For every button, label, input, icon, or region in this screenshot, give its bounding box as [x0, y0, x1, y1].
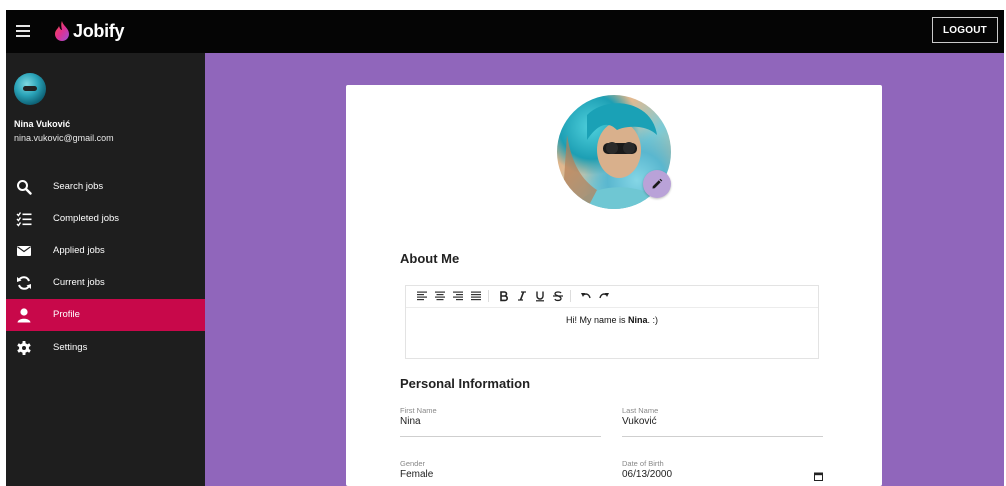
sidebar-item-applied-jobs[interactable]: Applied jobs	[6, 235, 205, 267]
last-name-value[interactable]: Vuković	[622, 416, 657, 427]
person-icon	[17, 308, 31, 323]
flame-logo-icon	[55, 21, 69, 41]
logout-button[interactable]: LOGOUT	[932, 17, 998, 43]
bold-icon[interactable]	[498, 290, 510, 302]
about-text-suffix: . :)	[647, 315, 659, 325]
calendar-icon[interactable]	[814, 472, 823, 481]
align-right-icon[interactable]	[452, 290, 464, 302]
gender-value[interactable]: Female	[400, 469, 433, 480]
avatar[interactable]	[14, 73, 46, 105]
redo-icon[interactable]	[598, 290, 610, 302]
gender-field[interactable]: Gender Female	[400, 459, 601, 486]
about-text-prefix: Hi! My name is	[565, 315, 628, 325]
sidebar-item-label: Profile	[53, 309, 80, 320]
last-name-field[interactable]: Last Name Vuković	[622, 406, 823, 437]
toolbar-divider	[570, 290, 571, 302]
date-of-birth-label: Date of Birth	[622, 459, 664, 468]
sidebar-item-label: Search jobs	[53, 181, 104, 192]
personal-information-heading: Personal Information	[400, 376, 531, 391]
about-me-editor[interactable]: Hi! My name is Nina. :)	[405, 285, 819, 359]
date-of-birth-value[interactable]: 06/13/2000	[622, 469, 672, 480]
envelope-icon	[17, 246, 31, 256]
date-of-birth-field[interactable]: Date of Birth 06/13/2000	[622, 459, 823, 486]
app-window: Jobify LOGOUT Nina Vuković nina.vukovic@…	[6, 10, 1004, 486]
sidebar-item-settings[interactable]: Settings	[6, 332, 205, 364]
refresh-icon	[17, 276, 31, 290]
user-name: Nina Vuković	[14, 119, 71, 129]
sidebar-item-completed-jobs[interactable]: Completed jobs	[6, 203, 205, 235]
sidebar-item-label: Completed jobs	[53, 213, 120, 224]
app-name: Jobify	[73, 20, 125, 41]
about-me-text[interactable]: Hi! My name is Nina. :)	[406, 315, 818, 325]
undo-icon[interactable]	[580, 290, 592, 302]
sidebar-item-profile[interactable]: Profile	[6, 299, 205, 331]
strikethrough-icon[interactable]	[552, 290, 564, 302]
pencil-icon	[652, 178, 663, 189]
profile-card: About Me Hi! My name is Nina.:) Persona…	[346, 85, 882, 486]
first-name-value[interactable]: Nina	[400, 416, 421, 427]
align-left-icon[interactable]	[416, 290, 428, 302]
brand[interactable]: Jobify	[54, 17, 125, 45]
edit-photo-button[interactable]	[643, 170, 671, 198]
hamburger-menu-icon[interactable]	[16, 23, 32, 39]
top-bar: Jobify LOGOUT	[6, 10, 1004, 53]
sidebar-item-label: Applied jobs	[53, 245, 105, 256]
sidebar-item-label: Settings	[53, 342, 88, 353]
sidebar-item-search-jobs[interactable]: Search jobs	[6, 171, 205, 203]
first-name-field[interactable]: First Name Nina	[400, 406, 601, 437]
underline-icon[interactable]	[534, 290, 546, 302]
editor-toolbar	[406, 286, 818, 308]
sidebar-item-current-jobs[interactable]: Current jobs	[6, 267, 205, 299]
about-text-bold: Nina	[628, 315, 648, 325]
toolbar-divider	[488, 290, 489, 302]
gear-icon	[17, 341, 31, 355]
search-icon	[17, 180, 32, 195]
last-name-label: Last Name	[622, 406, 659, 415]
gender-label: Gender	[400, 459, 426, 468]
sidebar: Nina Vuković nina.vukovic@gmail.com Sear…	[6, 53, 205, 486]
checklist-icon	[16, 212, 32, 227]
first-name-label: First Name	[400, 406, 437, 415]
sidebar-item-label: Current jobs	[53, 277, 105, 288]
about-me-heading: About Me	[400, 251, 460, 266]
align-center-icon[interactable]	[434, 290, 446, 302]
italic-icon[interactable]	[516, 290, 528, 302]
align-justify-icon[interactable]	[470, 290, 482, 302]
user-email: nina.vukovic@gmail.com	[14, 133, 114, 143]
